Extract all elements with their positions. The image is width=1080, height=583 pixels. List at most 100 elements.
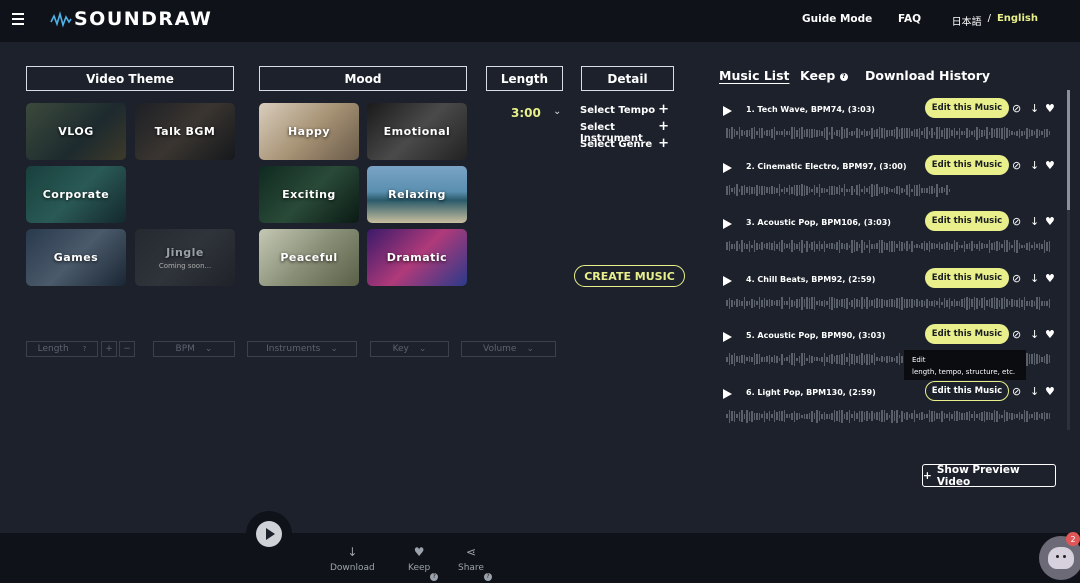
lang-english[interactable]: English (997, 13, 1038, 28)
waveform-bar (928, 240, 930, 252)
waveform-bar (928, 300, 930, 306)
edit-music-button[interactable]: Edit this Music (925, 211, 1009, 231)
download-icon[interactable]: ↓ (1030, 215, 1039, 228)
play-icon[interactable] (723, 163, 732, 173)
heart-icon[interactable]: ♥ (1045, 102, 1055, 115)
download-icon[interactable]: ↓ (1030, 385, 1039, 398)
download-icon[interactable]: ↓ (1030, 272, 1039, 285)
select-genre[interactable]: Select Genre + (580, 137, 669, 150)
menu-icon[interactable] (12, 13, 24, 25)
mood-tile-relaxing[interactable]: Relaxing (367, 166, 467, 223)
play-icon[interactable] (723, 219, 732, 229)
key-filter[interactable]: Key ⌄ (370, 341, 449, 357)
bpm-filter[interactable]: BPM ⌄ (153, 341, 235, 357)
waveform-bar (726, 300, 728, 306)
mood-tile-dramatic[interactable]: Dramatic (367, 229, 467, 286)
show-preview-video-button[interactable]: + Show Preview Video (922, 464, 1056, 488)
waveform[interactable] (726, 239, 1050, 253)
waveform-bar (813, 413, 815, 419)
length-filter[interactable]: Length ? (26, 341, 98, 357)
similar-icon[interactable]: ⊘ (1012, 385, 1021, 398)
mood-tile-emotional[interactable]: Emotional (367, 103, 467, 160)
waveform[interactable] (726, 296, 1050, 310)
waveform-bar (756, 354, 758, 364)
waveform-bar (806, 413, 808, 419)
mood-tile-exciting[interactable]: Exciting (259, 166, 359, 223)
waveform-bar (1026, 410, 1028, 422)
waveform[interactable] (726, 126, 1050, 140)
heart-icon[interactable]: ♥ (1045, 215, 1055, 228)
waveform-bar (793, 300, 795, 306)
tab-keep[interactable]: Keep ? (800, 68, 848, 83)
download-icon[interactable]: ↓ (1030, 328, 1039, 341)
heart-icon[interactable]: ♥ (1045, 272, 1055, 285)
edit-music-button[interactable]: Edit this Music (925, 98, 1009, 118)
waveform-bar (796, 298, 798, 308)
length-plus-button[interactable]: + (101, 341, 117, 357)
mood-tile-peaceful[interactable]: Peaceful (259, 229, 359, 286)
length-header[interactable]: Length (486, 66, 563, 91)
waveform-bar (741, 410, 743, 422)
create-music-button[interactable]: CREATE MUSIC (574, 265, 685, 287)
share-action[interactable]: ⋖ Share ? (458, 545, 492, 581)
edit-music-button[interactable]: Edit this Music (925, 268, 1009, 288)
theme-tile-vlog[interactable]: VLOG (26, 103, 126, 160)
waveform-bar (743, 297, 745, 309)
edit-music-button[interactable]: Edit this Music (925, 155, 1009, 175)
length-minus-button[interactable]: − (119, 341, 135, 357)
waveform-bar (898, 353, 900, 365)
similar-icon[interactable]: ⊘ (1012, 159, 1021, 172)
play-icon[interactable] (723, 332, 732, 342)
waveform-bar (788, 414, 790, 418)
waveform-bar (731, 411, 733, 421)
play-icon[interactable] (723, 276, 732, 286)
similar-icon[interactable]: ⊘ (1012, 272, 1021, 285)
heart-icon[interactable]: ♥ (1045, 385, 1055, 398)
waveform-bar (938, 413, 940, 419)
length-value[interactable]: 3:00 (511, 106, 541, 120)
similar-icon[interactable]: ⊘ (1012, 102, 1021, 115)
faq-link[interactable]: FAQ (898, 13, 921, 25)
scrollbar[interactable] (1067, 90, 1070, 430)
keep-action[interactable]: ♥ Keep ? (408, 545, 439, 581)
waveform[interactable] (726, 183, 950, 197)
theme-tile-games[interactable]: Games (26, 229, 126, 286)
download-icon[interactable]: ↓ (1030, 159, 1039, 172)
play-icon[interactable] (723, 389, 732, 399)
tab-music-list[interactable]: Music List (719, 68, 790, 83)
waveform-bar (971, 299, 973, 307)
waveform-bar (771, 356, 773, 362)
waveform-bar (856, 185, 858, 195)
instruments-filter[interactable]: Instruments ⌄ (247, 341, 357, 357)
download-action[interactable]: ↓ Download (330, 545, 375, 573)
waveform-bar (758, 128, 760, 138)
tab-download-history[interactable]: Download History (865, 68, 990, 83)
video-theme-header[interactable]: Video Theme (26, 66, 234, 91)
edit-music-button[interactable]: Edit this Music (925, 381, 1009, 401)
player-play-button[interactable] (246, 511, 292, 557)
similar-icon[interactable]: ⊘ (1012, 215, 1021, 228)
play-icon[interactable] (723, 106, 732, 116)
guide-mode-link[interactable]: Guide Mode (802, 13, 872, 25)
waveform[interactable] (726, 409, 1050, 423)
select-tempo[interactable]: Select Tempo + (580, 103, 669, 116)
lang-japanese[interactable]: 日本語 (952, 13, 982, 28)
similar-icon[interactable]: ⊘ (1012, 328, 1021, 341)
theme-tile-corporate[interactable]: Corporate (26, 166, 126, 223)
waveform-bar (886, 355, 888, 363)
waveform-bar (931, 410, 933, 422)
waveform-bar (771, 186, 773, 194)
logo[interactable]: SOUNDRAW (50, 8, 212, 30)
heart-icon[interactable]: ♥ (1045, 328, 1055, 341)
mood-tile-happy[interactable]: Happy (259, 103, 359, 160)
mood-header[interactable]: Mood (259, 66, 467, 91)
chevron-down-icon[interactable]: ⌄ (553, 106, 561, 117)
scrollbar-thumb[interactable] (1067, 90, 1070, 210)
volume-filter[interactable]: Volume ⌄ (461, 341, 556, 357)
theme-tile-talk-bgm[interactable]: Talk BGM (135, 103, 235, 160)
heart-icon[interactable]: ♥ (1045, 159, 1055, 172)
detail-header[interactable]: Detail (581, 66, 674, 91)
edit-music-button[interactable]: Edit this Music (925, 324, 1009, 344)
download-icon[interactable]: ↓ (1030, 102, 1039, 115)
waveform-bar (816, 129, 818, 137)
